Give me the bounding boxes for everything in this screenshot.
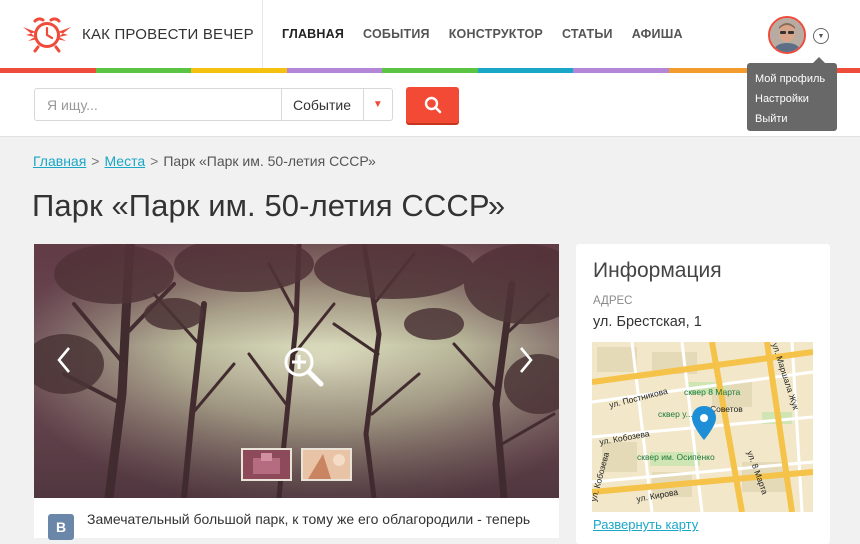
info-panel: Информация АДРЕС ул. Брестская, 1 ул. По… — [576, 244, 830, 544]
comment-preview: В Замечательный большой парк, к тому же … — [34, 498, 559, 538]
breadcrumb-home[interactable]: Главная — [33, 153, 86, 169]
category-select[interactable]: Событие ▼ — [281, 88, 393, 121]
site-logo[interactable]: КАК ПРОВЕСТИ ВЕЧЕР — [18, 14, 254, 54]
address-value: ул. Брестская, 1 — [593, 314, 702, 330]
chevron-left-icon[interactable] — [52, 340, 76, 380]
gallery-thumbnail[interactable] — [301, 448, 352, 481]
map-label: сквер им. Осипенко — [637, 452, 715, 462]
breadcrumb-separator: > — [91, 153, 99, 169]
breadcrumb-places[interactable]: Места — [104, 153, 145, 169]
nav-item-constructor[interactable]: КОНСТРУКТОР — [449, 27, 543, 41]
page-title: Парк «Парк им. 50-летия СССР» — [32, 188, 505, 224]
breadcrumb-current: Парк «Парк им. 50-летия СССР» — [163, 153, 375, 169]
gallery-thumbnails — [241, 448, 361, 481]
photo-gallery[interactable] — [34, 244, 559, 498]
comment-text: Замечательный большой парк, к тому же ег… — [87, 511, 530, 527]
expand-map-link[interactable]: Развернуть карту — [593, 517, 698, 532]
alarm-clock-icon — [18, 14, 76, 54]
nav-item-home[interactable]: ГЛАВНАЯ — [282, 27, 344, 41]
zoom-in-icon[interactable] — [282, 345, 326, 389]
location-map[interactable]: ул. Постникова сквер 8 Марта ул. Кобозев… — [592, 342, 813, 512]
breadcrumb-separator: > — [150, 153, 158, 169]
chevron-down-icon[interactable]: ▼ — [813, 28, 829, 44]
nav-item-articles[interactable]: СТАТЬИ — [562, 27, 613, 41]
menu-item-settings[interactable]: Настройки — [755, 89, 837, 109]
search-button[interactable] — [406, 87, 459, 123]
logo-text: КАК ПРОВЕСТИ ВЕЧЕР — [82, 26, 254, 43]
main-nav: ГЛАВНАЯ СОБЫТИЯ КОНСТРУКТОР СТАТЬИ АФИША — [282, 0, 702, 68]
site-header: КАК ПРОВЕСТИ ВЕЧЕР ГЛАВНАЯ СОБЫТИЯ КОНСТ… — [0, 0, 860, 72]
chevron-right-icon[interactable] — [514, 340, 538, 380]
header-divider — [262, 0, 263, 68]
category-select-value: Событие — [282, 97, 363, 113]
vk-icon[interactable]: В — [48, 514, 74, 540]
menu-item-logout[interactable]: Выйти — [755, 109, 837, 129]
nav-item-afisha[interactable]: АФИША — [632, 27, 683, 41]
caret-down-icon[interactable]: ▼ — [363, 89, 392, 120]
search-input[interactable]: Я ищу... — [34, 88, 282, 121]
search-icon — [424, 96, 442, 114]
info-title: Информация — [593, 259, 722, 283]
user-menu: Мой профиль Настройки Выйти — [747, 63, 837, 131]
map-label: Советов — [710, 404, 743, 414]
breadcrumb: Главная > Места > Парк «Парк им. 50-летия СС… — [33, 153, 376, 169]
map-label: сквер 8 Марта — [684, 387, 741, 397]
avatar[interactable] — [768, 16, 806, 54]
address-label: АДРЕС — [593, 295, 633, 307]
gallery-thumbnail[interactable] — [241, 448, 292, 481]
nav-item-events[interactable]: СОБЫТИЯ — [363, 27, 430, 41]
menu-item-profile[interactable]: Мой профиль — [755, 69, 837, 89]
search-bar: Я ищу... Событие ▼ — [0, 73, 860, 137]
map-label: сквер у... — [658, 409, 693, 419]
